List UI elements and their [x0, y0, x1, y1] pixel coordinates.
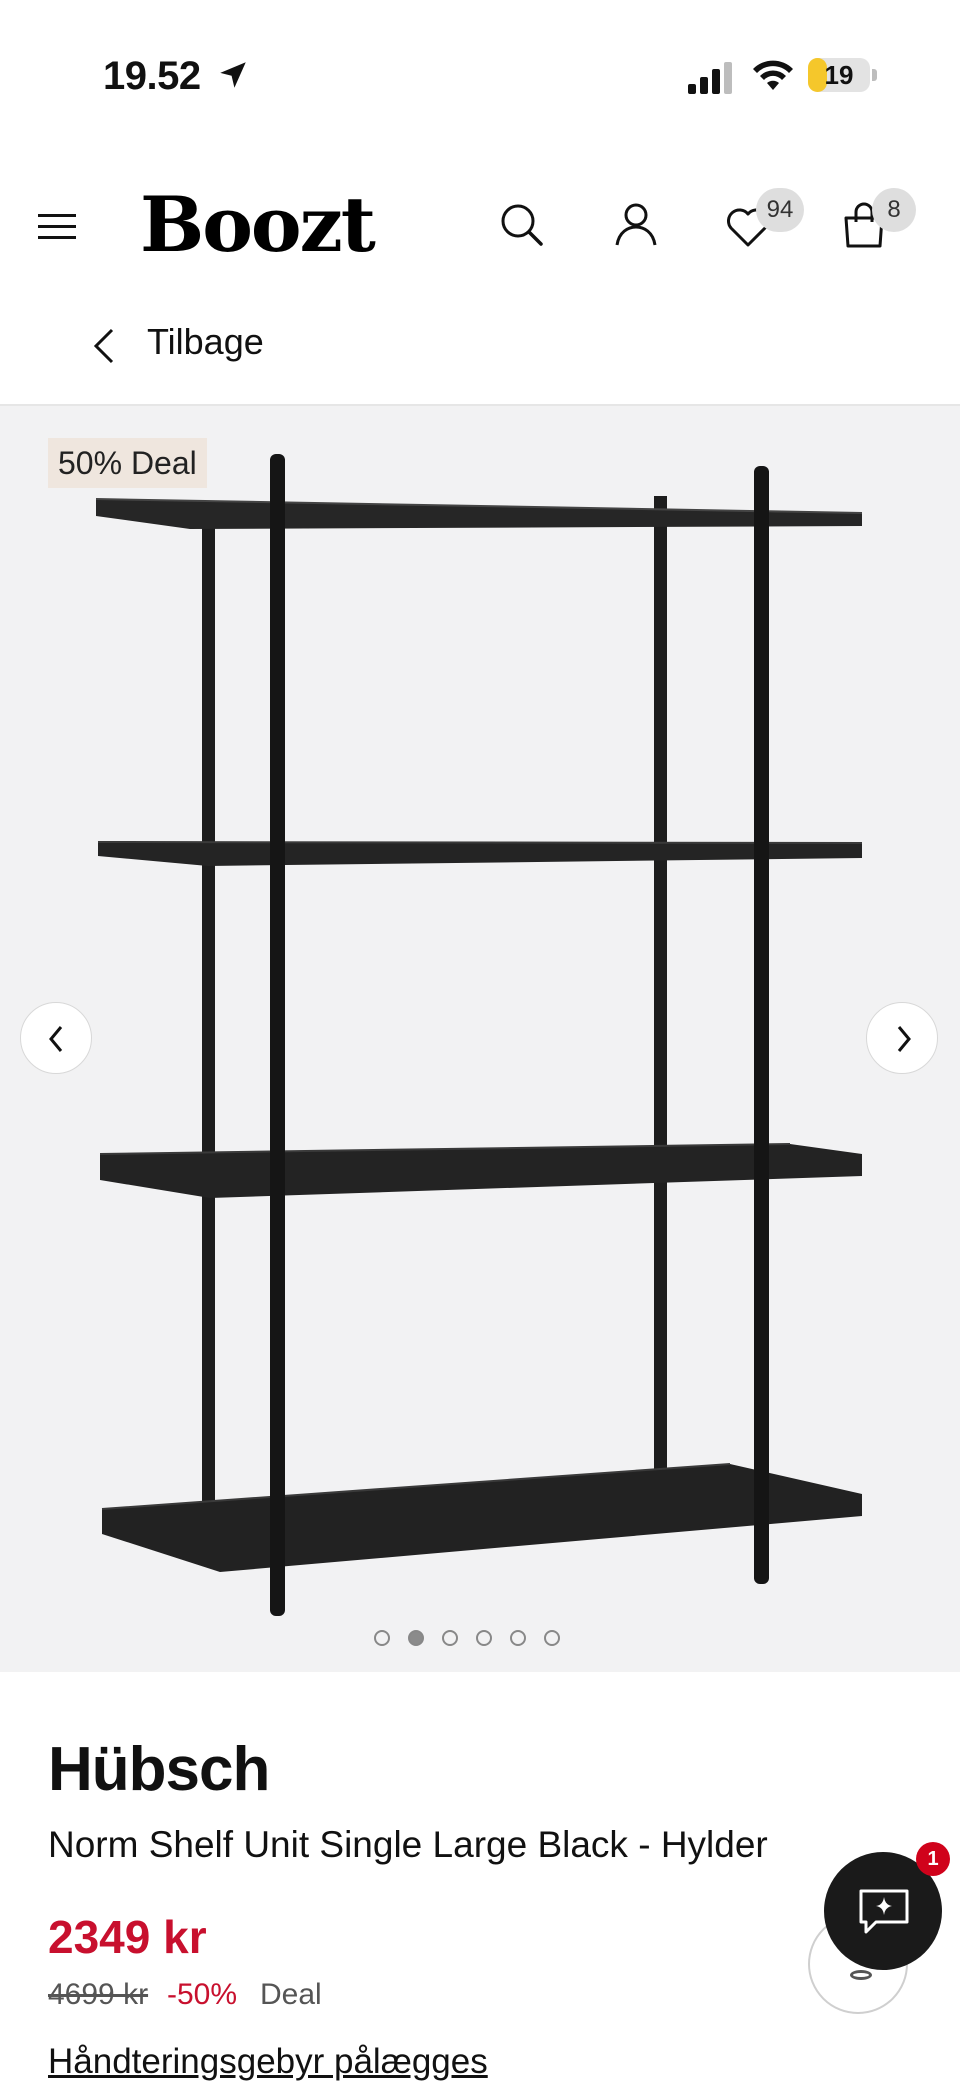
site-logo[interactable]: Boozt — [140, 180, 376, 269]
discount-percent: -50% — [167, 1978, 238, 2011]
site-header: Boozt 94 8 — [0, 148, 960, 308]
cellular-signal-icon — [688, 62, 732, 94]
user-icon[interactable] — [612, 200, 660, 248]
product-info: Hübsch Norm Shelf Unit Single Large Blac… — [0, 1672, 960, 2087]
back-link[interactable]: Tilbage — [147, 321, 264, 363]
gallery-dot[interactable] — [374, 1630, 390, 1646]
chevron-left-icon[interactable] — [90, 326, 118, 366]
handling-fee-link[interactable]: Håndteringsgebyr pålægges — [48, 2042, 488, 2082]
gallery-dot[interactable] — [442, 1630, 458, 1646]
product-gallery[interactable]: 50% Deal — [0, 406, 960, 1672]
back-bar[interactable]: Tilbage — [0, 306, 960, 406]
gallery-pagination[interactable] — [374, 1630, 578, 1650]
gallery-dot[interactable] — [408, 1630, 424, 1646]
product-image-shelf[interactable] — [90, 454, 880, 1634]
location-arrow-icon — [220, 62, 246, 88]
gallery-dot[interactable] — [544, 1630, 560, 1646]
deal-label: Deal — [260, 1978, 322, 2011]
product-price: 2349 kr — [48, 1911, 207, 1963]
gallery-prev-button[interactable] — [20, 1002, 92, 1074]
bag-count-badge: 8 — [872, 188, 916, 232]
battery-level: 19 — [824, 60, 854, 90]
original-price: 4699 kr — [48, 1978, 149, 2011]
chevron-left-icon — [49, 1026, 63, 1052]
product-name: Norm Shelf Unit Single Large Black - Hyl… — [48, 1824, 768, 1865]
gallery-next-button[interactable] — [866, 1002, 938, 1074]
chat-sparkle-icon — [859, 1889, 909, 1934]
chevron-right-icon — [897, 1026, 911, 1052]
status-time: 19.52 — [103, 54, 201, 98]
chat-notification-badge: 1 — [916, 1842, 950, 1876]
wishlist-count-badge: 94 — [756, 188, 804, 232]
status-bar: 19.52 19 — [0, 0, 960, 148]
battery-icon: 19 — [808, 58, 878, 94]
menu-icon[interactable] — [38, 212, 78, 242]
wifi-icon — [753, 60, 793, 90]
gallery-dot[interactable] — [510, 1630, 526, 1646]
search-icon[interactable] — [497, 200, 545, 248]
gallery-dot[interactable] — [476, 1630, 492, 1646]
product-brand[interactable]: Hübsch — [48, 1734, 270, 1805]
